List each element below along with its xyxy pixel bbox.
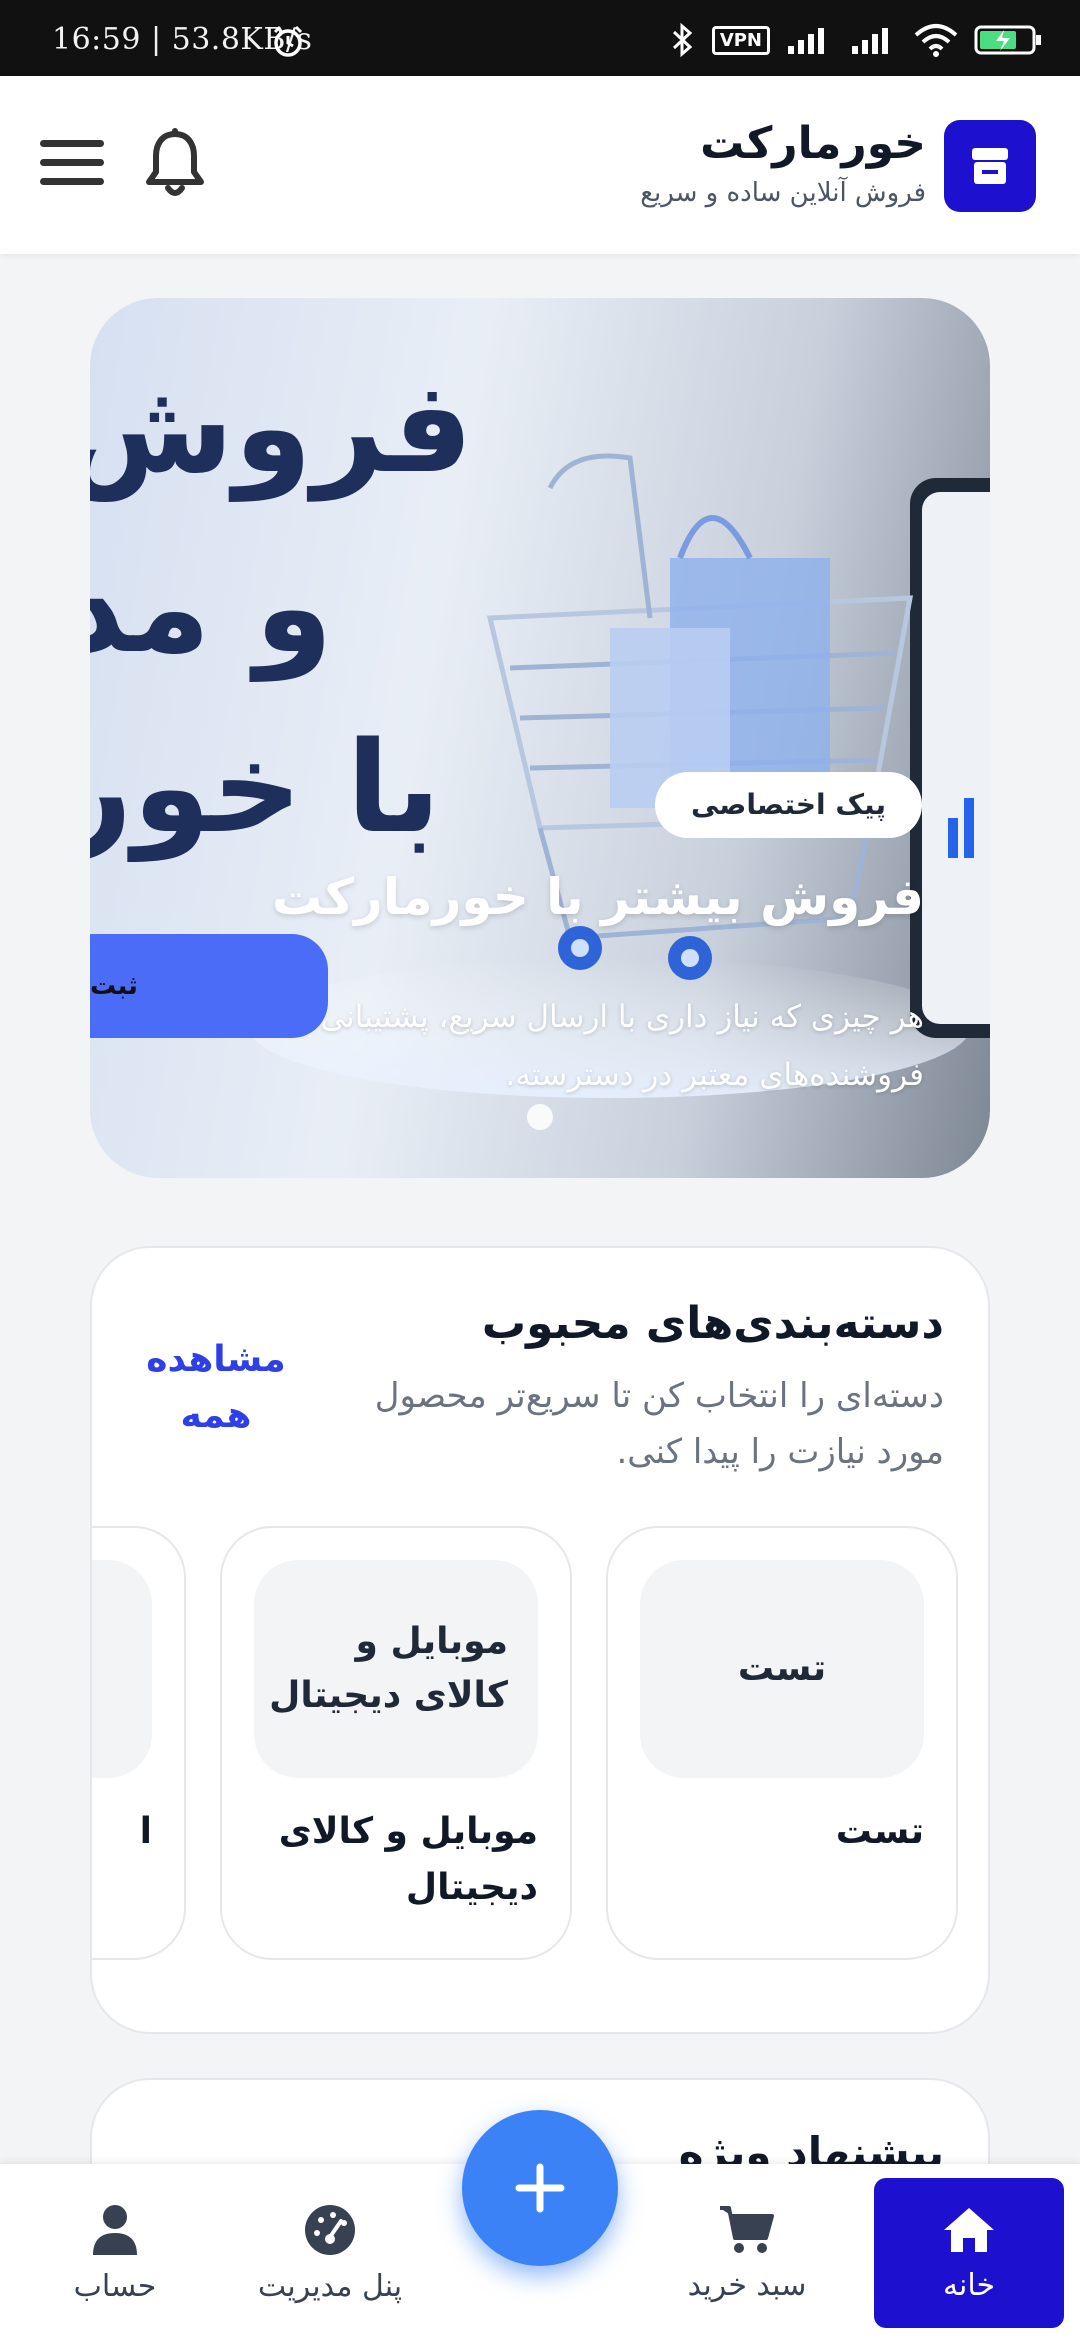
nav-label: پنل مدیریت — [257, 2268, 403, 2304]
category-card[interactable]: تست تست — [606, 1526, 958, 1960]
view-all-link[interactable]: مشاهده همه — [146, 1332, 286, 1444]
nav-label: حساب — [73, 2268, 157, 2304]
section-subtitle: دسته‌ای را انتخاب کن تا سریع‌تر محصول مو… — [374, 1376, 944, 1472]
hero-banner[interactable]: فروش و مد با خور پیک اختصاصی فروش بیشتر … — [90, 298, 990, 1178]
popular-categories-section: دسته‌بندی‌های محبوب دسته‌ای را انتخاب کن… — [90, 1246, 990, 2034]
hero-badge: پیک اختصاصی — [654, 772, 922, 838]
store-logo[interactable] — [944, 120, 1036, 212]
nav-label: خانه — [942, 2267, 996, 2303]
bell-icon[interactable] — [140, 126, 210, 202]
bluetooth-icon — [672, 22, 693, 58]
category-label: تست — [835, 1811, 924, 1852]
category-label: ا — [139, 1811, 152, 1852]
system-icons: VPN — [670, 20, 1044, 60]
nav-cart[interactable]: سبد خرید — [652, 2178, 842, 2328]
home-icon — [944, 2207, 994, 2252]
category-thumbnail — [92, 1560, 152, 1778]
vpn-icon: VPN — [711, 25, 770, 55]
nav-label: سبد خرید — [687, 2267, 807, 2303]
hamburger-menu-icon[interactable] — [40, 130, 104, 194]
signal-icon — [788, 28, 824, 54]
cart-icon — [720, 2205, 774, 2253]
user-icon — [93, 2204, 137, 2255]
nav-admin-panel[interactable]: پنل مدیریت — [230, 2178, 430, 2328]
brand-block: خورمارکت فروش آنلاین ساده و سریع — [640, 116, 926, 208]
wifi-icon — [914, 24, 958, 57]
signal-icon — [852, 28, 888, 54]
nav-home[interactable]: خانه — [874, 2178, 1064, 2328]
app-header: خورمارکت فروش آنلاین ساده و سریع — [0, 76, 1080, 254]
category-card[interactable]: موبایل و کالای دیجیتال موبایل و کالای دی… — [220, 1526, 572, 1960]
section-title: دسته‌بندی‌های محبوب — [481, 1298, 944, 1349]
category-thumbnail: تست — [640, 1560, 924, 1778]
brand-name: خورمارکت — [700, 118, 926, 169]
status-bar: 16:59 | 53.8KB/s VPN — [0, 0, 1080, 76]
dashboard-gauge-icon — [305, 2204, 355, 2255]
category-card[interactable]: ا — [92, 1526, 186, 1960]
hero-title: فروش بیشتر با خورمارکت — [272, 868, 924, 926]
add-fab-button[interactable] — [462, 2110, 618, 2266]
battery-charging-icon — [974, 25, 1041, 55]
brand-tagline: فروش آنلاین ساده و سریع — [640, 178, 926, 208]
hero-cta-button[interactable]: ثبت — [90, 934, 328, 1038]
hero-slide-heading: فروش و مد با خور — [90, 354, 474, 861]
carousel-indicator[interactable] — [527, 1104, 553, 1130]
category-thumbnail: موبایل و کالای دیجیتال — [254, 1560, 538, 1778]
nav-account[interactable]: حساب — [40, 2178, 190, 2328]
alarm-icon — [273, 25, 303, 57]
plus-icon — [515, 2163, 565, 2213]
store-icon — [972, 148, 1008, 184]
category-label: موبایل و کالای دیجیتال — [278, 1811, 538, 1908]
